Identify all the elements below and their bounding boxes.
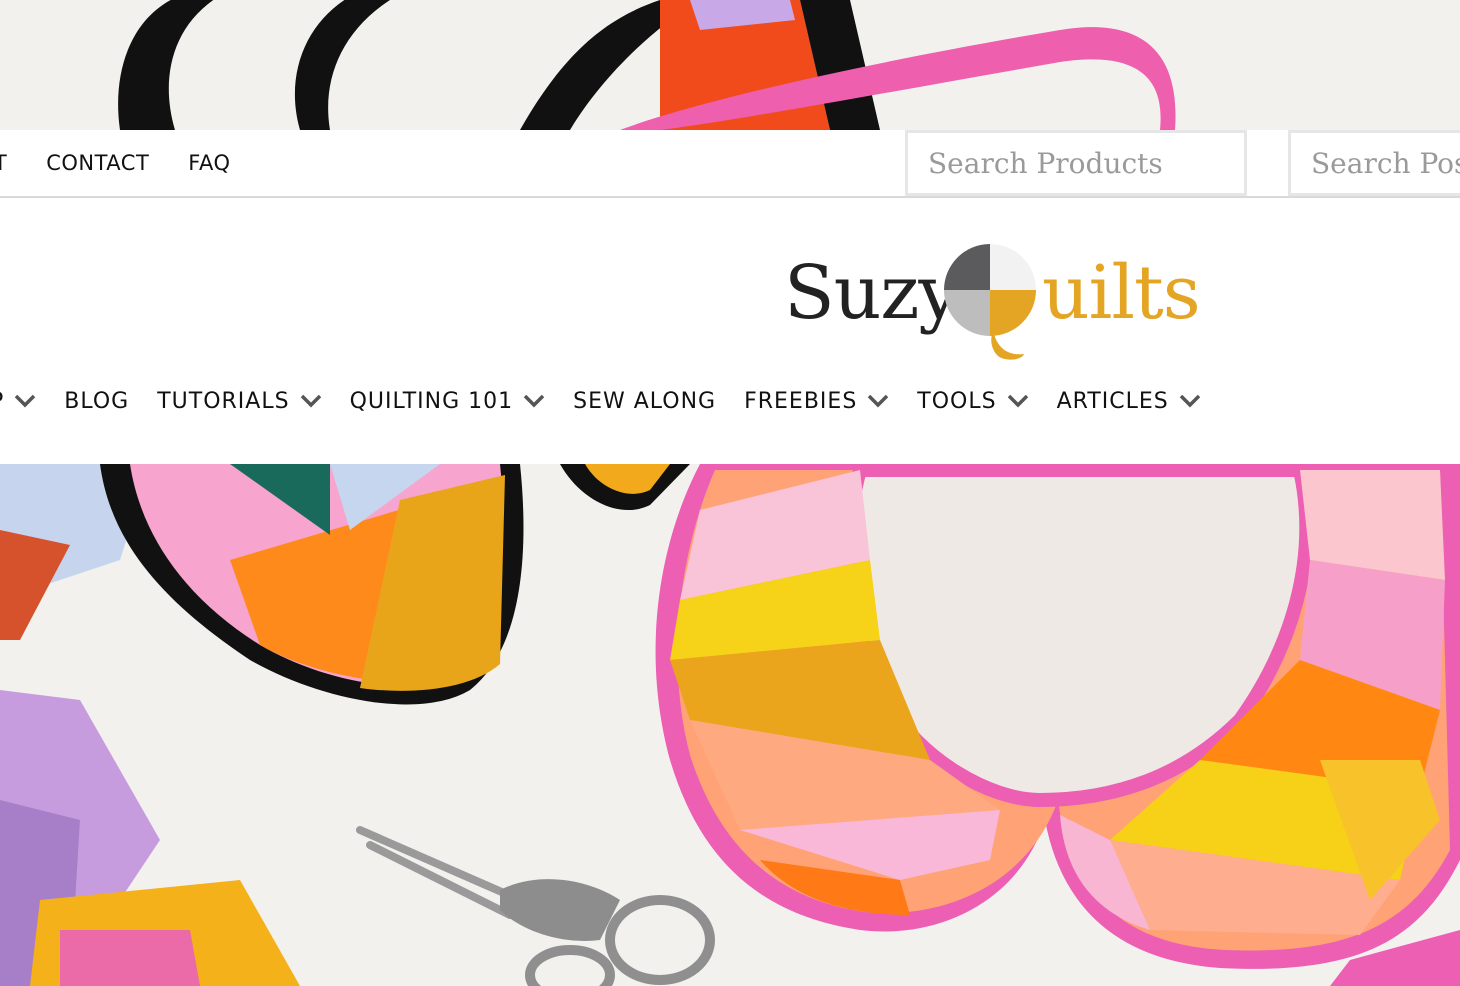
site-logo-link[interactable]: Suzy uilts xyxy=(780,236,1201,366)
chevron-down-icon xyxy=(1007,394,1028,408)
search-posts-input[interactable] xyxy=(1288,130,1460,196)
nav-item-blog[interactable]: BLOG xyxy=(64,389,129,414)
chevron-down-icon xyxy=(15,394,36,408)
top-nav-contact-link[interactable]: CONTACT xyxy=(46,151,149,175)
top-utility-bar: UT CONTACT FAQ xyxy=(0,130,1460,198)
nav-label: ARTICLES xyxy=(1056,388,1169,414)
nav-label: FREEBIES xyxy=(744,388,858,414)
nav-item-shop[interactable]: P xyxy=(0,389,36,414)
logo-text-suzy: Suzy xyxy=(784,250,960,336)
top-nav-about-link[interactable]: UT xyxy=(0,151,7,175)
chevron-down-icon xyxy=(868,394,889,408)
nav-item-tutorials[interactable]: TUTORIALS xyxy=(157,389,321,414)
nav-item-sew-along[interactable]: SEW ALONG xyxy=(573,389,716,414)
nav-label: P xyxy=(0,389,4,414)
nav-item-quilting-101[interactable]: QUILTING 101 xyxy=(350,389,546,414)
nav-label: TOOLS xyxy=(917,388,997,414)
nav-item-articles[interactable]: ARTICLES xyxy=(1057,389,1201,414)
main-nav: P BLOG TUTORIALS QUILTING 101 SEW ALONG … xyxy=(0,386,1229,416)
chevron-down-icon xyxy=(1179,394,1200,408)
logo-q-mark-icon xyxy=(944,244,1036,360)
nav-label: BLOG xyxy=(64,388,130,414)
nav-label: TUTORIALS xyxy=(157,388,290,414)
nav-item-freebies[interactable]: FREEBIES xyxy=(744,389,889,414)
nav-item-tools[interactable]: TOOLS xyxy=(917,389,1028,414)
search-products-input[interactable] xyxy=(905,130,1247,196)
chevron-down-icon xyxy=(523,394,545,408)
nav-label: QUILTING 101 xyxy=(349,388,514,414)
site-header: Suzy uilts P BLOG TUTORIALS QUILTING 101… xyxy=(0,198,1460,464)
top-nav: UT CONTACT FAQ xyxy=(0,130,269,196)
chevron-down-icon xyxy=(300,394,321,408)
nav-label: SEW ALONG xyxy=(573,388,717,414)
logo-text-uilts: uilts xyxy=(1042,250,1201,336)
top-nav-faq-link[interactable]: FAQ xyxy=(188,151,230,175)
